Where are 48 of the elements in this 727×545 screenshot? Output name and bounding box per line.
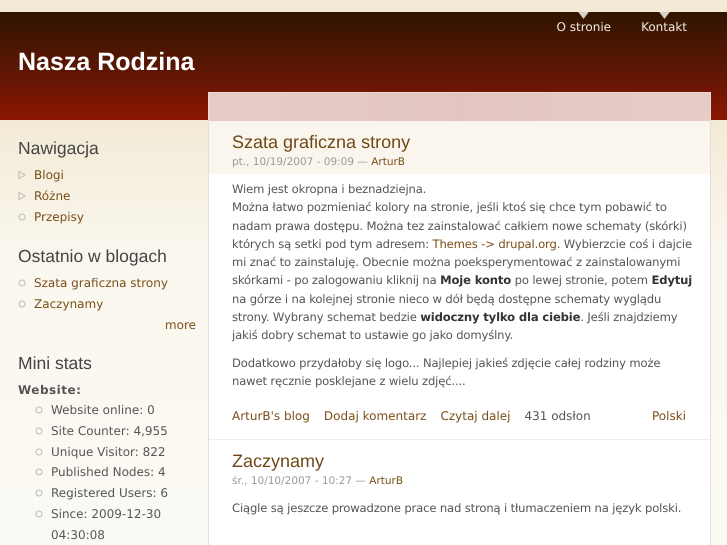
- stats-heading: Website:: [18, 382, 82, 399]
- circle-bullet-icon: [35, 406, 43, 414]
- menu-link[interactable]: Różne: [34, 186, 70, 207]
- circle-bullet-icon: [35, 468, 43, 476]
- author-link[interactable]: ArturB: [369, 475, 404, 488]
- circle-bullet-icon: [35, 448, 43, 456]
- circle-bullet-icon: [35, 489, 43, 498]
- circle-bullet-icon: [18, 300, 26, 308]
- more-link[interactable]: more: [164, 315, 196, 335]
- circle-bullet-icon: [35, 426, 43, 435]
- site-title: Nasza Rodzina: [18, 48, 194, 77]
- post-paragraph: Ciągle są jeszcze prowadzone prace nad stroną i tłumaczeniem na język polski.: [232, 500, 682, 518]
- post-paragraph: Można łatwo pozmieniać kolory na stronie, jeśli ktoś się chce tym pobawić to nadam prawa dostępu. Można tez zainstalować całkiem nowe schematy (skórki) których są setki pod tym adresem: Themes -> drupal.org. Wybierzcie coś i dajcie mi znać to zainstaluję. Obecnie można poeksperymentować z zainstalowanymi skórkami - po zalogowaniu kliknij na Moje konto po lewej stronie, potem Edytuj na górze i na kolejnej stronie nieco w dół będą dostępne schematy wyglądu strony. Wybrany schemat bedzie widoczny tylko dla ciebie. Jeśli znajdziemy jakiś dobry schemat to ustawie go jako domyślny.: [232, 199, 694, 344]
- stat-item: Unique Visitor: 822: [51, 444, 167, 461]
- triangle-icon: [578, 12, 590, 19]
- circle-bullet-icon: [18, 279, 26, 287]
- block-title: Mini stats: [18, 353, 93, 374]
- top-nav-link[interactable]: O stronie: [556, 20, 612, 34]
- language-link[interactable]: Polski: [652, 409, 686, 424]
- top-nav-link[interactable]: Kontakt: [641, 20, 687, 34]
- view-count: 431 odsłon: [524, 409, 591, 424]
- post-footer-link[interactable]: Dodaj komentarz: [324, 409, 426, 424]
- stat-item: Site Counter: 4,955: [51, 422, 169, 440]
- block-title: Ostatnio w blogach: [18, 246, 168, 267]
- post-footer-link[interactable]: ArturB's blog: [232, 409, 310, 424]
- menu-link[interactable]: Blogi: [34, 165, 64, 186]
- stat-item: Website online: 0: [51, 402, 156, 419]
- post-footer-link[interactable]: Czytaj dalej: [440, 409, 510, 424]
- menu-link[interactable]: Zaczynamy: [34, 294, 104, 315]
- circle-bullet-icon: [18, 213, 26, 221]
- post-paragraph: Dodatkowo przydałoby się logo... Najlepiej jakieś zdjęcie całej rodziny może nawet ręcznie posklejane z wielu zdjęć....: [232, 354, 662, 390]
- post-title[interactable]: Zaczynamy: [232, 450, 690, 472]
- author-link[interactable]: ArturB: [371, 156, 406, 168]
- stat-item: Since: 2009-12-30 04:30:08: [51, 506, 162, 544]
- triangle-icon: [658, 12, 670, 19]
- circle-bullet-icon: [35, 510, 43, 518]
- menu-link[interactable]: Przepisy: [34, 207, 84, 228]
- post-paragraph: Wiem jest okropna i beznadziejna.: [232, 181, 428, 198]
- stat-item: Registered Users: 6: [51, 485, 170, 502]
- block-title: Nawigacja: [18, 138, 100, 159]
- collapsed-triangle-icon: [18, 171, 26, 179]
- menu-link[interactable]: Szata graficzna strony: [34, 273, 168, 294]
- post-date: pt., 10/19/2007 - 09:09 —: [232, 156, 368, 168]
- stat-item: Published Nodes: 4: [51, 464, 167, 482]
- post-title[interactable]: Szata graficzna strony: [232, 131, 690, 153]
- inline-link[interactable]: Themes -> drupal.org: [432, 236, 557, 251]
- post-date: śr., 10/10/2007 - 10:27 —: [232, 475, 366, 488]
- collapsed-triangle-icon: [18, 192, 26, 200]
